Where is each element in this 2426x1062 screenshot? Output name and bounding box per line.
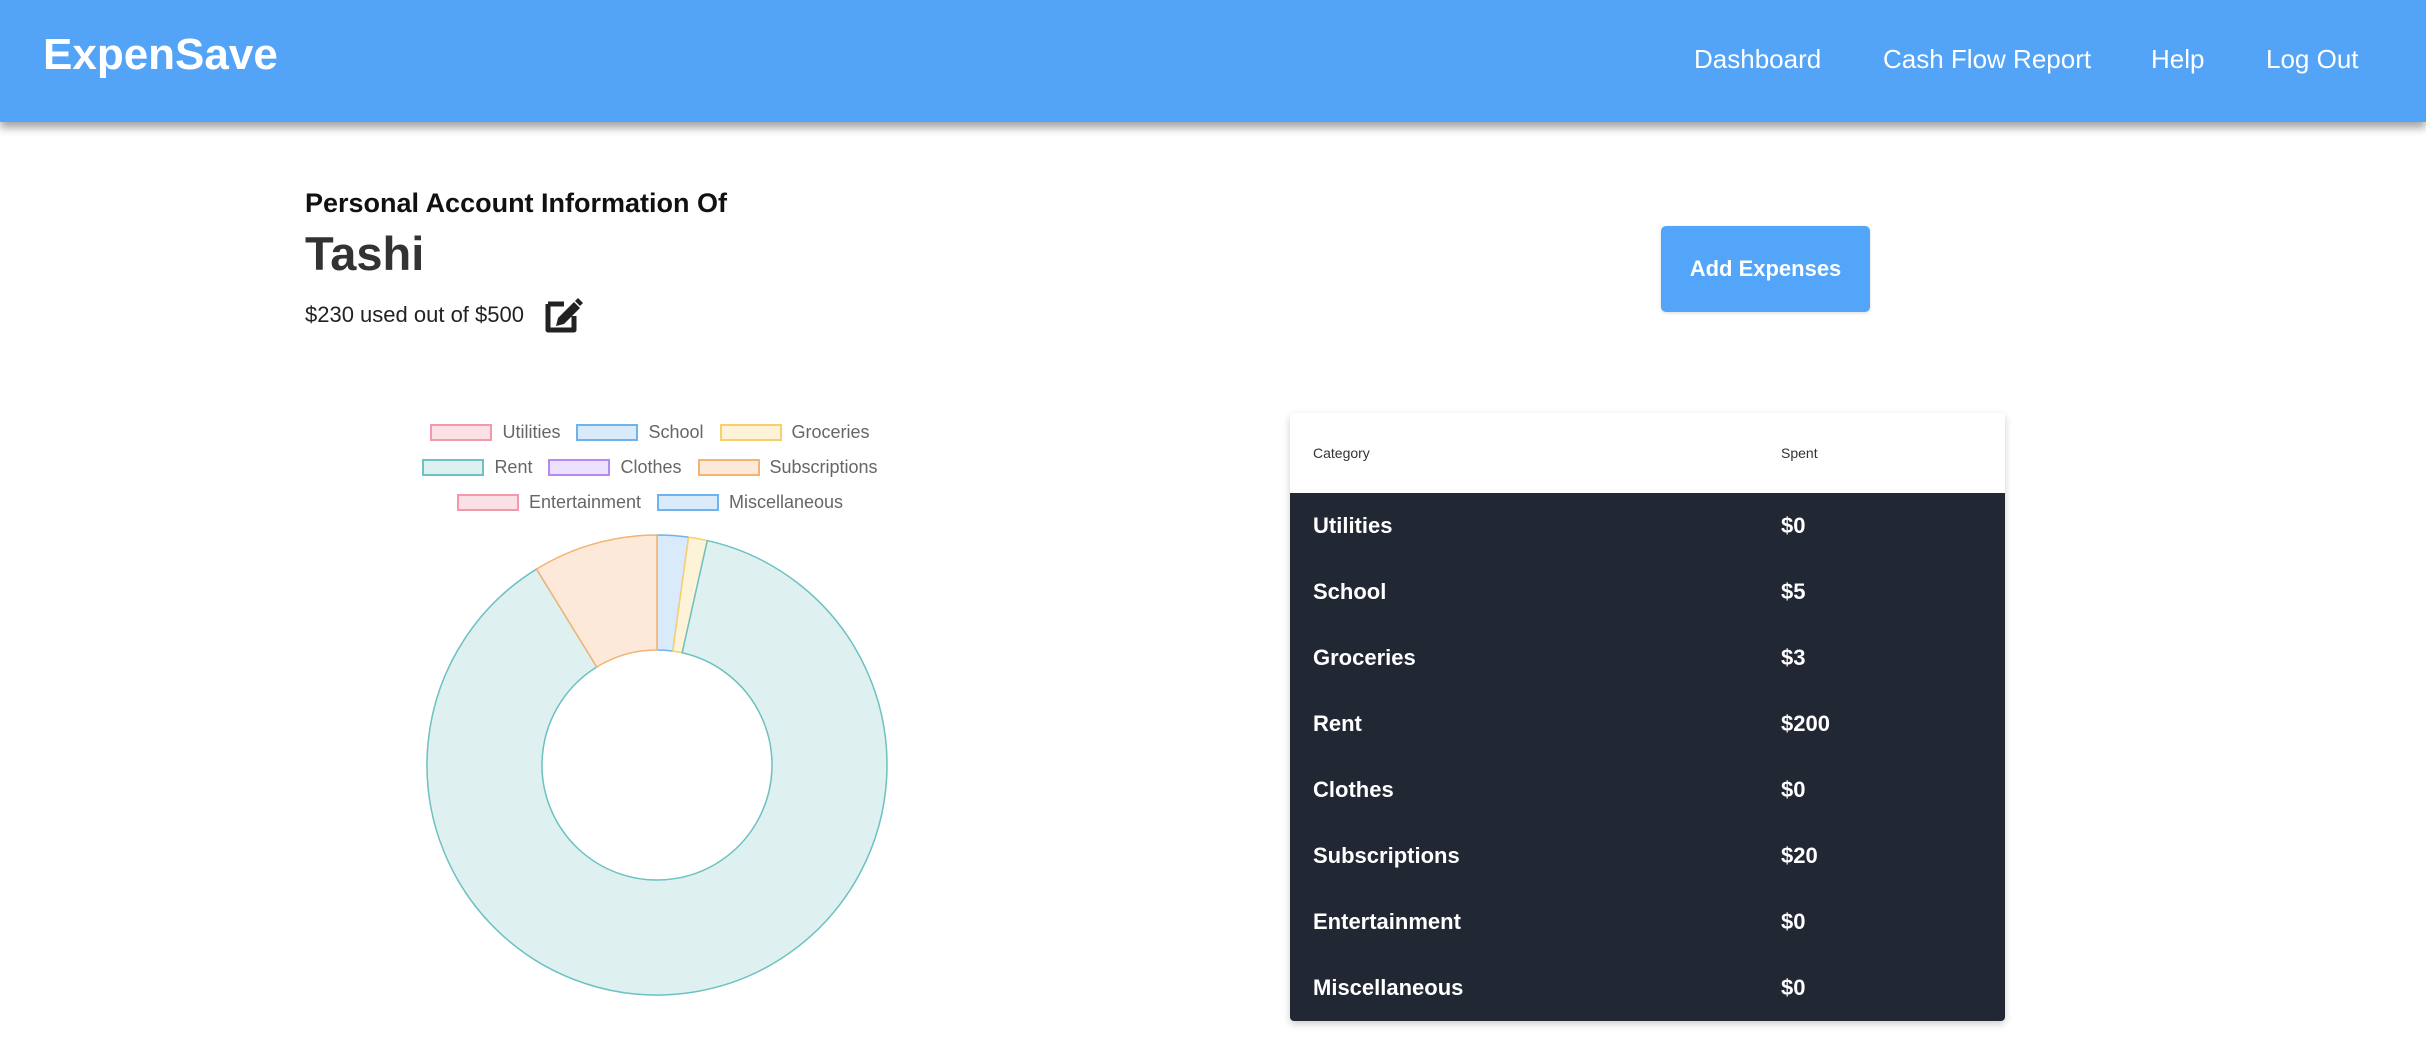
spent-cell: $5 [1781,559,2005,625]
legend-item-school[interactable]: School [576,422,704,443]
nav-link-help[interactable]: Help [2151,44,2204,75]
legend-label: Entertainment [528,492,641,512]
budget-usage-text: $230 used out of $500 [305,302,524,327]
table-row: School $5 [1290,559,2005,625]
category-cell: Subscriptions [1290,823,1781,889]
spent-cell: $0 [1781,757,2005,823]
column-header-category: Category [1290,413,1781,493]
category-cell: Clothes [1290,757,1781,823]
nav-link-cash-flow-report[interactable]: Cash Flow Report [1883,44,2091,75]
legend-swatch [430,424,493,441]
category-cell: School [1290,559,1781,625]
expense-table: Category Spent Utilities $0 School $5 Groc… [1290,413,2005,1021]
brand-logo[interactable]: ExpenSave [43,30,278,80]
edit-icon[interactable] [544,296,584,334]
donut-svg [426,534,888,996]
category-cell: Rent [1290,691,1781,757]
category-cell: Miscellaneous [1290,955,1781,1021]
legend-item-clothes[interactable]: Clothes [548,457,682,478]
column-header-spent: Spent [1781,413,2005,493]
spent-cell: $0 [1781,493,2005,559]
legend-label: Rent [494,457,533,477]
expense-table-card: Category Spent Utilities $0 School $5 Groc… [1290,413,2005,1021]
spent-cell: $3 [1781,625,2005,691]
spent-cell: $20 [1781,823,2005,889]
table-header-row: Category Spent [1290,413,2005,493]
legend-item-groceries[interactable]: Groceries [719,422,870,443]
nav-link-log-out[interactable]: Log Out [2266,44,2359,75]
legend-label: Groceries [791,422,870,442]
legend-label: Utilities [502,422,561,442]
legend-swatch [576,424,639,441]
legend-swatch [719,424,782,441]
table-row: Miscellaneous $0 [1290,955,2005,1021]
legend-row: Entertainment Miscellaneous [400,485,900,520]
chart-legend: Utilities School Groceries Rent Clothes Subsc… [400,415,900,520]
category-cell: Utilities [1290,493,1781,559]
legend-swatch [456,494,519,511]
legend-label: Clothes [620,457,682,477]
legend-item-utilities[interactable]: Utilities [430,422,560,443]
spent-cell: $0 [1781,889,2005,955]
legend-swatch [422,459,485,476]
legend-label: Miscellaneous [729,492,844,512]
table-row: Groceries $3 [1290,625,2005,691]
budget-row: $230 used out of $500 [305,296,584,334]
legend-label: School [648,422,704,442]
top-navbar: ExpenSave Dashboard Cash Flow Report Hel… [0,0,2426,122]
table-row: Utilities $0 [1290,493,2005,559]
account-info-heading: Personal Account Information Of [305,188,728,218]
table-row: Entertainment $0 [1290,889,2005,955]
legend-swatch [657,494,719,511]
table-row: Subscriptions $20 [1290,823,2005,889]
legend-swatch [697,459,760,476]
legend-item-subscriptions[interactable]: Subscriptions [697,457,878,478]
expense-donut-chart: Utilities School Groceries Rent Clothes Subsc… [400,415,900,1015]
legend-item-rent[interactable]: Rent [422,457,532,478]
spent-cell: $200 [1781,691,2005,757]
category-cell: Entertainment [1290,889,1781,955]
table-row: Rent $200 [1290,691,2005,757]
legend-item-entertainment[interactable]: Entertainment [456,492,641,513]
legend-swatch [548,459,611,476]
legend-row: Rent Clothes Subscriptions [400,450,900,485]
user-name: Tashi [305,227,425,280]
nav-link-dashboard[interactable]: Dashboard [1694,44,1821,75]
add-expenses-button[interactable]: Add Expenses [1661,226,1870,312]
table-row: Clothes $0 [1290,757,2005,823]
legend-item-miscellaneous[interactable]: Miscellaneous [657,492,843,513]
category-cell: Groceries [1290,625,1781,691]
legend-row: Utilities School Groceries [400,415,900,450]
spent-cell: $0 [1781,955,2005,1021]
legend-label: Subscriptions [769,457,878,477]
